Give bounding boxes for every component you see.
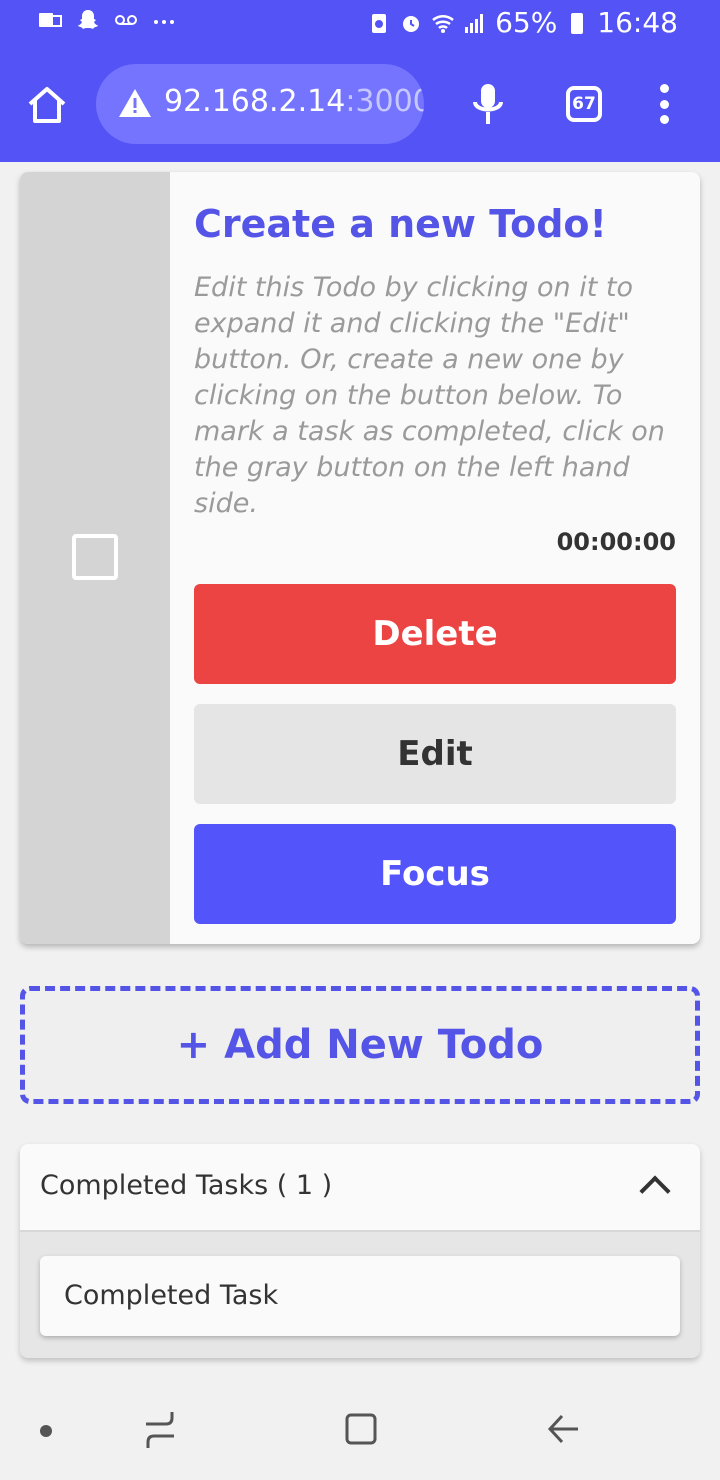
snapchat-icon bbox=[78, 10, 98, 29]
focus-button[interactable]: Focus bbox=[194, 824, 676, 924]
completed-tasks-panel: Completed Tasks ( 1 ) Completed Task bbox=[20, 1144, 700, 1358]
chevron-up-icon[interactable] bbox=[639, 1175, 671, 1207]
completed-tasks-header[interactable]: Completed Tasks ( 1 ) bbox=[20, 1144, 700, 1232]
voicemail-icon bbox=[115, 15, 137, 25]
battery-icon bbox=[571, 12, 584, 34]
todo-timer: 00:00:00 bbox=[556, 528, 676, 556]
back-icon[interactable] bbox=[544, 1410, 582, 1448]
add-new-todo-button[interactable]: + Add New Todo bbox=[20, 986, 700, 1104]
signal-icon bbox=[465, 13, 484, 33]
wifi-icon bbox=[432, 14, 454, 33]
complete-checkbox[interactable] bbox=[72, 534, 118, 580]
url-host: 92.168.2.14 bbox=[164, 84, 346, 119]
nav-hide-dot-icon[interactable] bbox=[40, 1425, 52, 1437]
warning-icon[interactable] bbox=[118, 88, 152, 118]
delete-button[interactable]: Delete bbox=[194, 584, 676, 684]
status-bar: 65% 16:48 bbox=[0, 0, 720, 48]
more-notifications-icon bbox=[154, 20, 174, 24]
notification-icons bbox=[38, 8, 176, 32]
overflow-menu-icon[interactable] bbox=[652, 84, 676, 124]
home-icon[interactable] bbox=[26, 84, 68, 126]
todo-card[interactable]: Create a new Todo! Edit this Todo by cli… bbox=[20, 172, 700, 944]
url-bar[interactable]: 92.168.2.14:3000 bbox=[96, 64, 424, 144]
completed-task-item[interactable]: Completed Task bbox=[40, 1256, 680, 1336]
edit-button[interactable]: Edit bbox=[194, 704, 676, 804]
url-port: :3000 bbox=[345, 84, 424, 119]
clock: 16:48 bbox=[597, 6, 678, 39]
todo-title: Create a new Todo! bbox=[194, 202, 607, 246]
outlook-icon bbox=[39, 13, 62, 27]
todo-description: Edit this Todo by clicking on it to expa… bbox=[194, 272, 665, 519]
nav-home-icon[interactable] bbox=[344, 1412, 378, 1446]
url-text: 92.168.2.14:3000 bbox=[164, 84, 424, 119]
battery-percent: 65% bbox=[495, 6, 558, 39]
alarm-icon bbox=[403, 15, 420, 32]
microphone-icon[interactable] bbox=[470, 82, 506, 126]
tab-switcher-button[interactable]: 67 bbox=[566, 86, 602, 122]
completed-tasks-title: Completed Tasks ( 1 ) bbox=[40, 1170, 333, 1201]
completed-task-label: Completed Task bbox=[64, 1280, 279, 1311]
system-nav-bar bbox=[0, 1380, 720, 1480]
recents-icon[interactable] bbox=[142, 1410, 178, 1450]
browser-toolbar: 92.168.2.14:3000 67 bbox=[0, 48, 720, 162]
system-icons: 65% 16:48 bbox=[367, 6, 678, 39]
battery-saver-icon bbox=[372, 13, 387, 33]
complete-toggle-area[interactable] bbox=[20, 172, 170, 944]
